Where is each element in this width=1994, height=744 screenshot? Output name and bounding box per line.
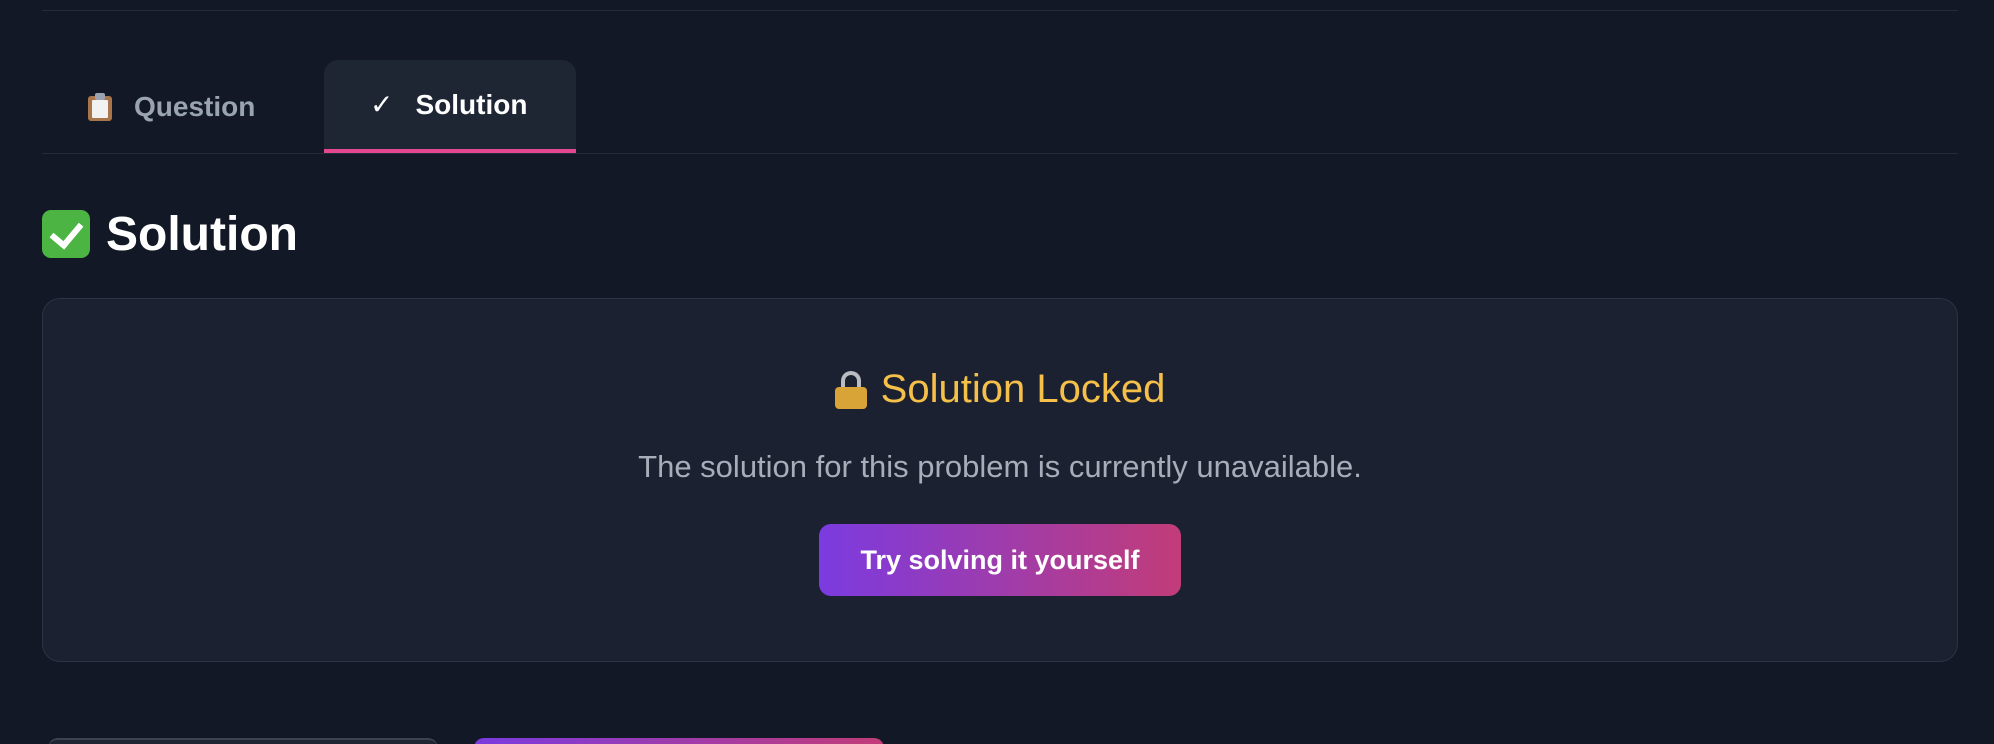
page: Question ✓ Solution Solution Solution Lo…: [0, 0, 1994, 744]
tab-question[interactable]: Question: [42, 60, 322, 153]
clipboard-icon: [88, 92, 112, 121]
tab-question-label: Question: [134, 90, 256, 122]
locked-message: The solution for this problem is current…: [638, 449, 1362, 484]
top-divider: [42, 10, 1958, 11]
locked-title-text: Solution Locked: [880, 367, 1166, 411]
bottom-button-partial-right[interactable]: [474, 738, 884, 744]
tab-solution[interactable]: ✓ Solution: [324, 60, 576, 153]
tab-solution-label: Solution: [415, 88, 528, 120]
try-solving-button[interactable]: Try solving it yourself: [819, 524, 1181, 596]
check-icon: ✓: [370, 89, 394, 120]
locked-solution-card: Solution Locked The solution for this pr…: [42, 298, 1958, 662]
lock-icon: [834, 370, 867, 409]
bottom-button-partial-left[interactable]: [48, 738, 438, 744]
tab-bar: Question ✓ Solution: [42, 60, 1958, 154]
page-title-text: Solution: [106, 207, 298, 261]
page-title: Solution: [42, 204, 298, 264]
check-box-icon: [42, 210, 90, 258]
locked-title: Solution Locked: [43, 367, 1957, 412]
